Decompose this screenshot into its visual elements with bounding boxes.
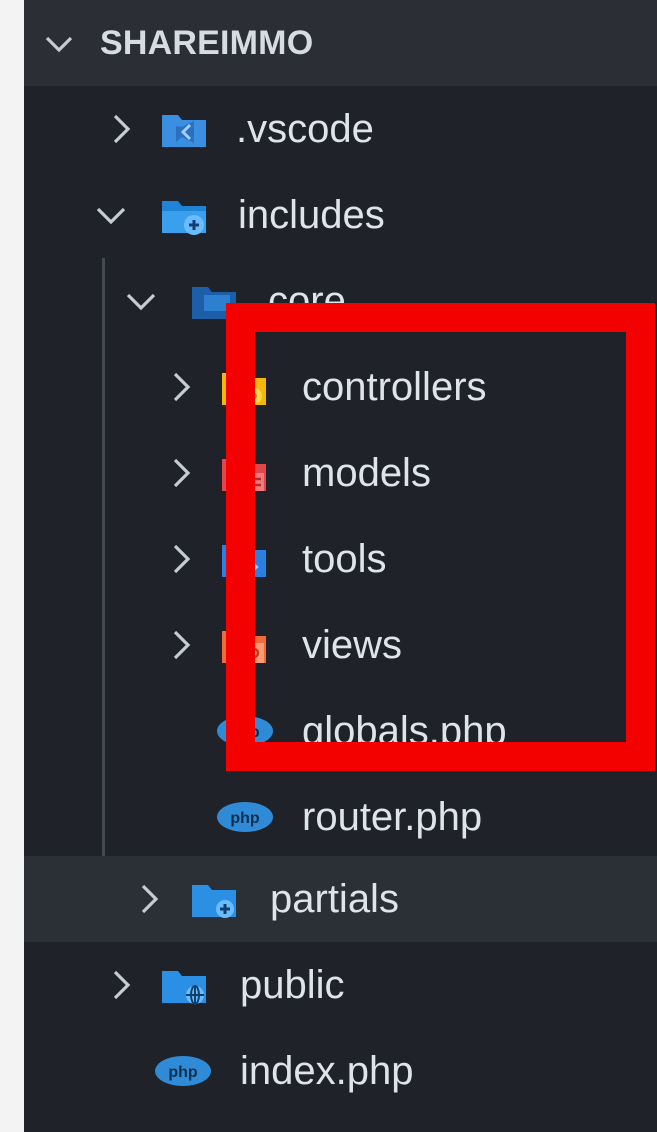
chevron-right-icon[interactable] (164, 370, 198, 404)
tree-item-index-php[interactable]: php index.php (24, 1028, 657, 1114)
file-explorer: SHAREIMMO .vscode includes core controll… (24, 0, 657, 1132)
chevron-right-icon[interactable] (164, 542, 198, 576)
chevron-right-icon[interactable] (164, 628, 198, 662)
chevron-down-icon[interactable] (124, 284, 158, 318)
public-folder-icon (162, 971, 206, 1005)
red-highlight-annotation (226, 303, 655, 771)
php-file-icon: php (155, 1056, 211, 1086)
includes-folder-icon (162, 201, 206, 235)
workspace-title: SHAREIMMO (100, 24, 314, 62)
tree-item-label: .vscode (236, 107, 374, 151)
php-badge-text: php (230, 810, 260, 827)
chevron-down-icon[interactable] (42, 27, 76, 61)
tree-item-label: partials (270, 877, 399, 921)
php-file-icon: php (217, 802, 273, 832)
tree-item-vscode[interactable]: .vscode (24, 86, 657, 172)
tree-item-label: public (240, 963, 345, 1007)
vscode-folder-icon (162, 115, 206, 147)
tree-item-label: includes (238, 193, 385, 237)
explorer-section-header[interactable]: SHAREIMMO (24, 0, 657, 86)
chevron-down-icon[interactable] (94, 198, 128, 232)
tree-item-public[interactable]: public (24, 942, 657, 1028)
partials-folder-icon (192, 885, 236, 918)
chevron-right-icon[interactable] (104, 968, 138, 1002)
chevron-right-icon[interactable] (164, 456, 198, 490)
php-badge-text: php (168, 1064, 198, 1081)
tree-item-partials[interactable]: partials (24, 856, 657, 942)
tree-item-includes[interactable]: includes (24, 172, 657, 258)
tree-item-label: index.php (240, 1049, 414, 1093)
chevron-right-icon[interactable] (104, 112, 138, 146)
chevron-right-icon[interactable] (132, 882, 166, 916)
tree-item-label: router.php (302, 795, 483, 839)
tree-item-router-php[interactable]: php router.php (24, 774, 657, 860)
